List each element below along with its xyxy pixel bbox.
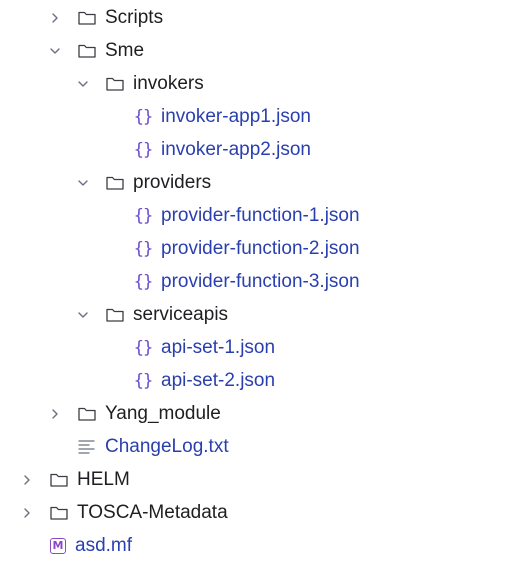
tree-node-yang-module[interactable]: Yang_module: [0, 397, 513, 430]
json-file-icon: {}: [133, 337, 153, 358]
json-file-icon: {}: [133, 370, 153, 391]
chevron-right-icon[interactable]: [49, 12, 61, 24]
chevron-right-icon[interactable]: [49, 408, 61, 420]
tree-node-label: providers: [133, 172, 212, 193]
tree-node-scripts[interactable]: Scripts: [0, 1, 513, 34]
tree-node-label: Yang_module: [105, 403, 221, 424]
tree-file-invoker-app2[interactable]: {} invoker-app2.json: [0, 133, 513, 166]
tree-node-label: invoker-app1.json: [161, 106, 311, 127]
project-tree: Scripts Sme invokers {} invoker-app1.jso…: [0, 0, 513, 561]
tree-file-api-set-1[interactable]: {} api-set-1.json: [0, 331, 513, 364]
tree-node-label: api-set-2.json: [161, 370, 276, 391]
tree-node-label: Sme: [105, 40, 145, 61]
tree-file-invoker-app1[interactable]: {} invoker-app1.json: [0, 100, 513, 133]
tree-file-changelog[interactable]: ChangeLog.txt: [0, 430, 513, 463]
tree-node-label: TOSCA-Metadata: [77, 502, 228, 523]
tree-node-label: Scripts: [105, 7, 164, 28]
tree-file-provider-function-3[interactable]: {} provider-function-3.json: [0, 265, 513, 298]
tree-node-label: invokers: [133, 73, 204, 94]
tree-node-label: HELM: [77, 469, 130, 490]
folder-icon: [49, 470, 69, 490]
tree-node-helm[interactable]: HELM: [0, 463, 513, 496]
tree-node-label: provider-function-1.json: [161, 205, 360, 226]
tree-node-label: invoker-app2.json: [161, 139, 311, 160]
tree-node-label: api-set-1.json: [161, 337, 276, 358]
folder-icon: [105, 74, 125, 94]
folder-icon: [77, 404, 97, 424]
chevron-down-icon[interactable]: [77, 309, 89, 321]
tree-file-provider-function-1[interactable]: {} provider-function-1.json: [0, 199, 513, 232]
folder-icon: [105, 173, 125, 193]
tree-node-label: provider-function-3.json: [161, 271, 360, 292]
tree-node-label: ChangeLog.txt: [105, 436, 229, 457]
chevron-down-icon[interactable]: [77, 177, 89, 189]
folder-icon: [77, 8, 97, 28]
tree-node-invokers[interactable]: invokers: [0, 67, 513, 100]
json-file-icon: {}: [133, 139, 153, 160]
chevron-right-icon[interactable]: [21, 507, 33, 519]
manifest-file-icon: M: [50, 537, 66, 554]
chevron-down-icon[interactable]: [49, 45, 61, 57]
json-file-icon: {}: [133, 271, 153, 292]
folder-icon: [49, 503, 69, 523]
tree-node-label: asd.mf: [75, 535, 133, 556]
json-file-icon: {}: [133, 238, 153, 259]
tree-file-api-set-2[interactable]: {} api-set-2.json: [0, 364, 513, 397]
tree-node-label: provider-function-2.json: [161, 238, 360, 259]
chevron-right-icon[interactable]: [21, 474, 33, 486]
tree-node-serviceapis[interactable]: serviceapis: [0, 298, 513, 331]
text-file-icon: [77, 437, 97, 457]
tree-file-asd-mf[interactable]: M asd.mf: [0, 529, 513, 562]
json-file-icon: {}: [133, 205, 153, 226]
folder-icon: [105, 305, 125, 325]
tree-node-sme[interactable]: Sme: [0, 34, 513, 67]
chevron-down-icon[interactable]: [77, 78, 89, 90]
tree-file-provider-function-2[interactable]: {} provider-function-2.json: [0, 232, 513, 265]
tree-node-tosca-metadata[interactable]: TOSCA-Metadata: [0, 496, 513, 529]
tree-node-providers[interactable]: providers: [0, 166, 513, 199]
folder-icon: [77, 41, 97, 61]
json-file-icon: {}: [133, 106, 153, 127]
tree-node-label: serviceapis: [133, 304, 229, 325]
